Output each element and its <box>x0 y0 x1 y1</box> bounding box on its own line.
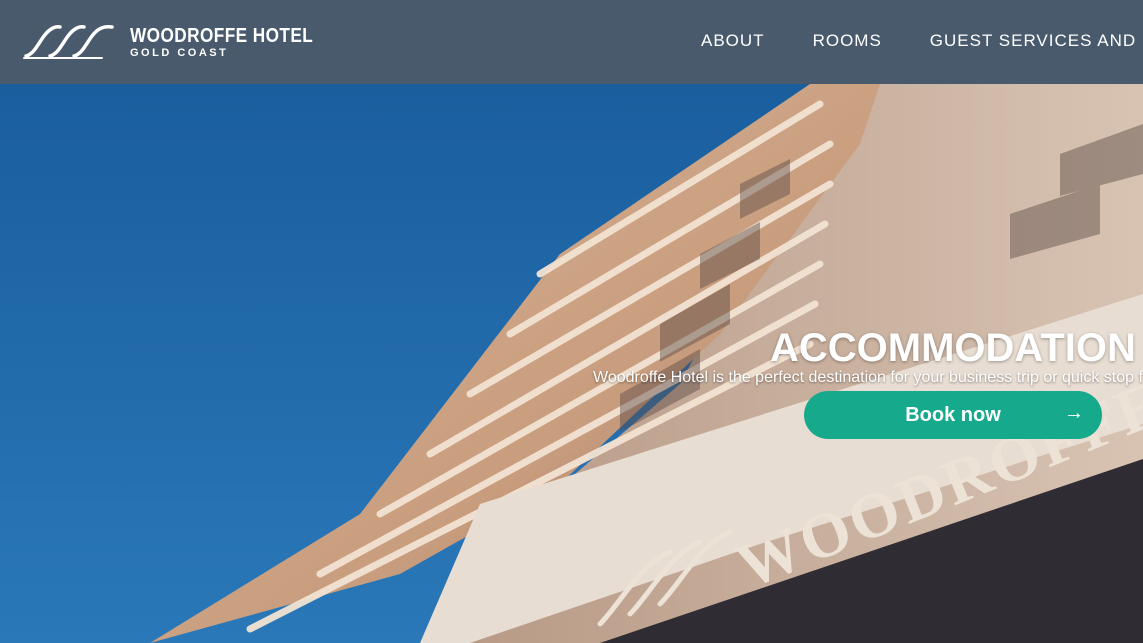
brand-logo[interactable]: WOODROFFE HOTEL GOLD COAST <box>22 20 343 64</box>
main-nav: ABOUT ROOMS GUEST SERVICES AND I <box>701 31 1143 51</box>
hero-title: ACCOMMODATION <box>770 325 1136 370</box>
nav-item-rooms[interactable]: ROOMS <box>813 31 882 51</box>
hero-banner: WOODROFFE ACCOMMODATION Woodroffe Hotel … <box>0 84 1143 643</box>
brand-text: WOODROFFE HOTEL GOLD COAST <box>130 25 343 60</box>
nav-item-about[interactable]: ABOUT <box>701 31 765 51</box>
site-header: WOODROFFE HOTEL GOLD COAST ABOUT ROOMS G… <box>0 0 1143 84</box>
hero-subtitle: Woodroffe Hotel is the perfect destinati… <box>593 369 1143 386</box>
arrow-right-icon: → <box>1064 402 1084 424</box>
wave-logo-icon <box>23 25 114 59</box>
brand-location: GOLD COAST <box>130 46 229 59</box>
brand-name: WOODROFFE HOTEL <box>130 24 314 47</box>
book-now-button[interactable]: Book now → <box>804 391 1102 439</box>
book-now-label: Book now <box>905 403 1001 426</box>
nav-item-guest-services[interactable]: GUEST SERVICES AND I <box>930 31 1143 51</box>
